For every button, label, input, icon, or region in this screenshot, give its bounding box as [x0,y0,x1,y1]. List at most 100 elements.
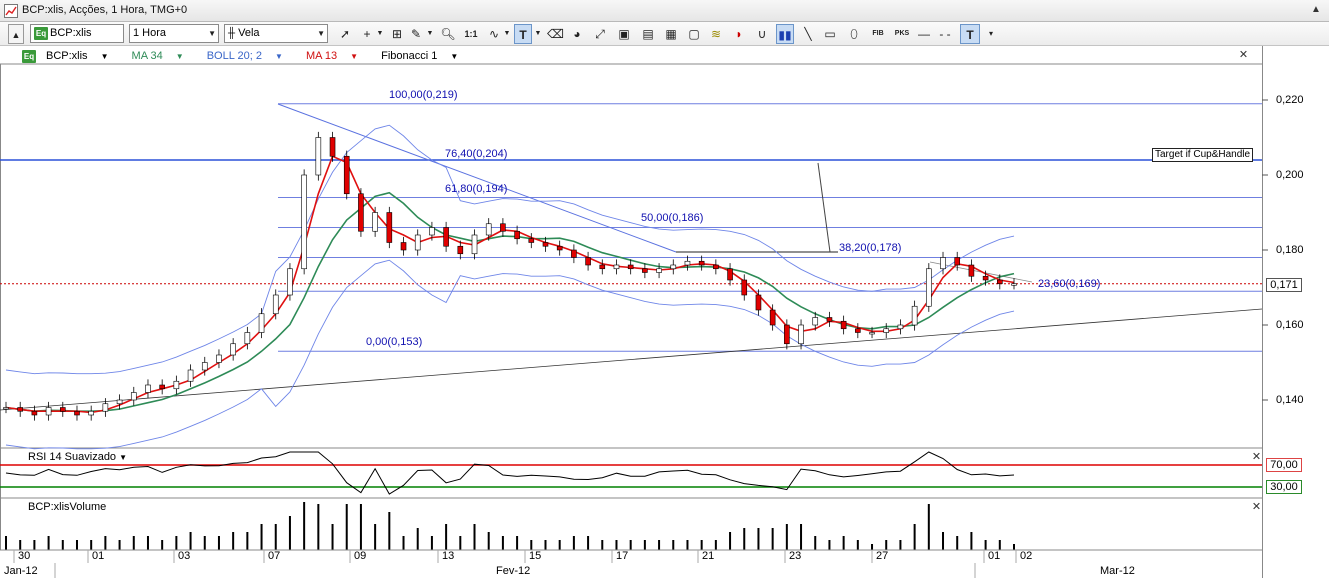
candle-body [599,264,606,270]
cycle-icon[interactable]: ◗ [731,24,747,44]
volume-bar [5,536,7,550]
more-tools-icon[interactable]: ▾ [986,24,996,44]
candle-body [642,268,648,273]
magnet-icon[interactable]: ∪ [754,24,770,44]
day-label: 27 [876,550,889,562]
price-tick: 0,160 [1276,319,1304,331]
volume-bar [1013,544,1015,550]
price-chart[interactable] [0,46,1329,578]
candle-body [769,309,776,326]
candle-body [116,399,123,405]
chevron-down-icon[interactable]: ▼ [376,24,384,44]
rectangle-tool-icon[interactable]: ▭ [822,24,838,44]
volume-bar [132,536,135,550]
volume-bar [544,540,547,550]
ma34-line [5,191,1015,413]
table-icon[interactable]: ▦ [663,24,679,44]
bar-chart-icon[interactable]: ▮▮ [776,24,794,44]
candle-body [3,407,9,410]
candle-body [386,212,393,243]
candle-body [911,305,918,326]
volume-bar [374,524,377,550]
candle-body [102,403,109,412]
close-icon[interactable]: ✕ [1251,452,1262,463]
color-icon[interactable]: ◕ [569,24,585,44]
candle-body [840,320,847,330]
symbol-field[interactable]: Eq BCP:xlis [30,24,124,43]
ellipse-tool-icon[interactable]: ⬯ [846,24,862,44]
volume-bar [984,540,987,550]
fibonacci-retracement[interactable] [0,103,1262,352]
volume-bar [643,540,646,550]
candle-body [585,257,591,266]
screen-icon[interactable]: ▢ [686,24,702,44]
close-icon[interactable]: ✕ [1238,50,1249,61]
volume-bar [757,528,760,550]
properties-icon[interactable]: ✎ [408,24,424,44]
chevron-down-icon[interactable]: ▼ [534,24,542,44]
rsi-pane [0,451,1262,495]
close-icon[interactable]: ✕ [1251,502,1262,513]
chart-style-select[interactable]: ╫ Vela ▼ [224,24,328,43]
dashed-line-icon[interactable]: - - [937,24,953,44]
volume-bar [90,540,93,550]
price-tick: 0,140 [1276,394,1304,406]
text-tool-button[interactable]: T [514,24,532,44]
volume-bar [430,536,433,550]
text-label-button[interactable]: T [960,24,980,44]
eraser-icon[interactable]: ⌫ [547,24,564,44]
candle-body [968,264,975,277]
volume-pane-title[interactable]: BCP:xlisVolume [28,501,106,513]
zoom-icon[interactable]: 🔍︎ [440,24,456,44]
volume-bar [913,524,916,550]
toolbar: ▲ Eq BCP:xlis 1 Hora ▼ ╫ Vela ▼ ➚ + ▼ ⊞ ✎ ▼ … [0,22,1329,46]
candle-body [542,242,549,247]
candle-body [287,268,293,296]
compare-icon[interactable]: ▤ [640,24,656,44]
volume-bar [885,540,888,550]
pks-tool-button[interactable]: PKS [892,24,912,44]
wave-icon[interactable]: ≋ [708,24,724,44]
candle-body [656,268,662,273]
data-window-icon[interactable]: ⊞ [389,24,405,44]
chevron-down-icon[interactable]: ▼ [503,24,511,44]
line-tool-icon[interactable]: ╲ [800,24,816,44]
candle-body [31,410,38,416]
volume-bar [956,536,959,550]
volume-pane [5,502,1015,550]
target-annotation[interactable]: Target if Cup&Handle [1152,148,1254,162]
pointer-icon[interactable]: ➚ [337,24,353,44]
crosshair-icon[interactable]: + [359,24,375,44]
horizontal-line-icon[interactable]: — [916,24,932,44]
collapse-icon[interactable]: ▲ [1309,3,1323,17]
candle-body [230,343,236,356]
candle-body [514,230,520,240]
fib-label-23: 23,60(0,169) [1038,278,1101,290]
volume-bar [246,532,249,550]
day-label: 23 [789,550,802,562]
fibonacci-tool-button[interactable]: FIB [868,24,888,44]
volume-bar [615,540,618,550]
scroll-up-button[interactable]: ▲ [8,24,24,44]
candle-body [315,137,322,176]
volume-bar [47,536,50,550]
zoom-ratio-button[interactable]: 1:1 [462,24,480,44]
move-icon[interactable]: ⤢ [592,24,608,44]
pattern-icon[interactable]: ▣ [616,24,632,44]
interval-select[interactable]: 1 Hora ▼ [129,24,219,43]
candle-body [400,242,407,251]
candle-body [698,260,705,266]
indicator-icon[interactable]: ∿ [486,24,502,44]
fib-label-38: 38,20(0,178) [839,242,902,254]
equity-badge: Eq [34,26,48,40]
volume-bar [331,524,334,550]
chevron-down-icon[interactable]: ▼ [426,24,434,44]
volume-bar [686,540,689,550]
candle-body [88,410,94,416]
rsi-pane-title[interactable]: RSI 14 Suavizado ▼ [28,451,127,463]
candle-body [556,245,563,251]
current-price-badge: 0,171 [1266,278,1302,292]
fib-label-50: 50,00(0,186) [641,212,704,224]
volume-bar [871,544,874,550]
volume-bar [800,524,803,550]
